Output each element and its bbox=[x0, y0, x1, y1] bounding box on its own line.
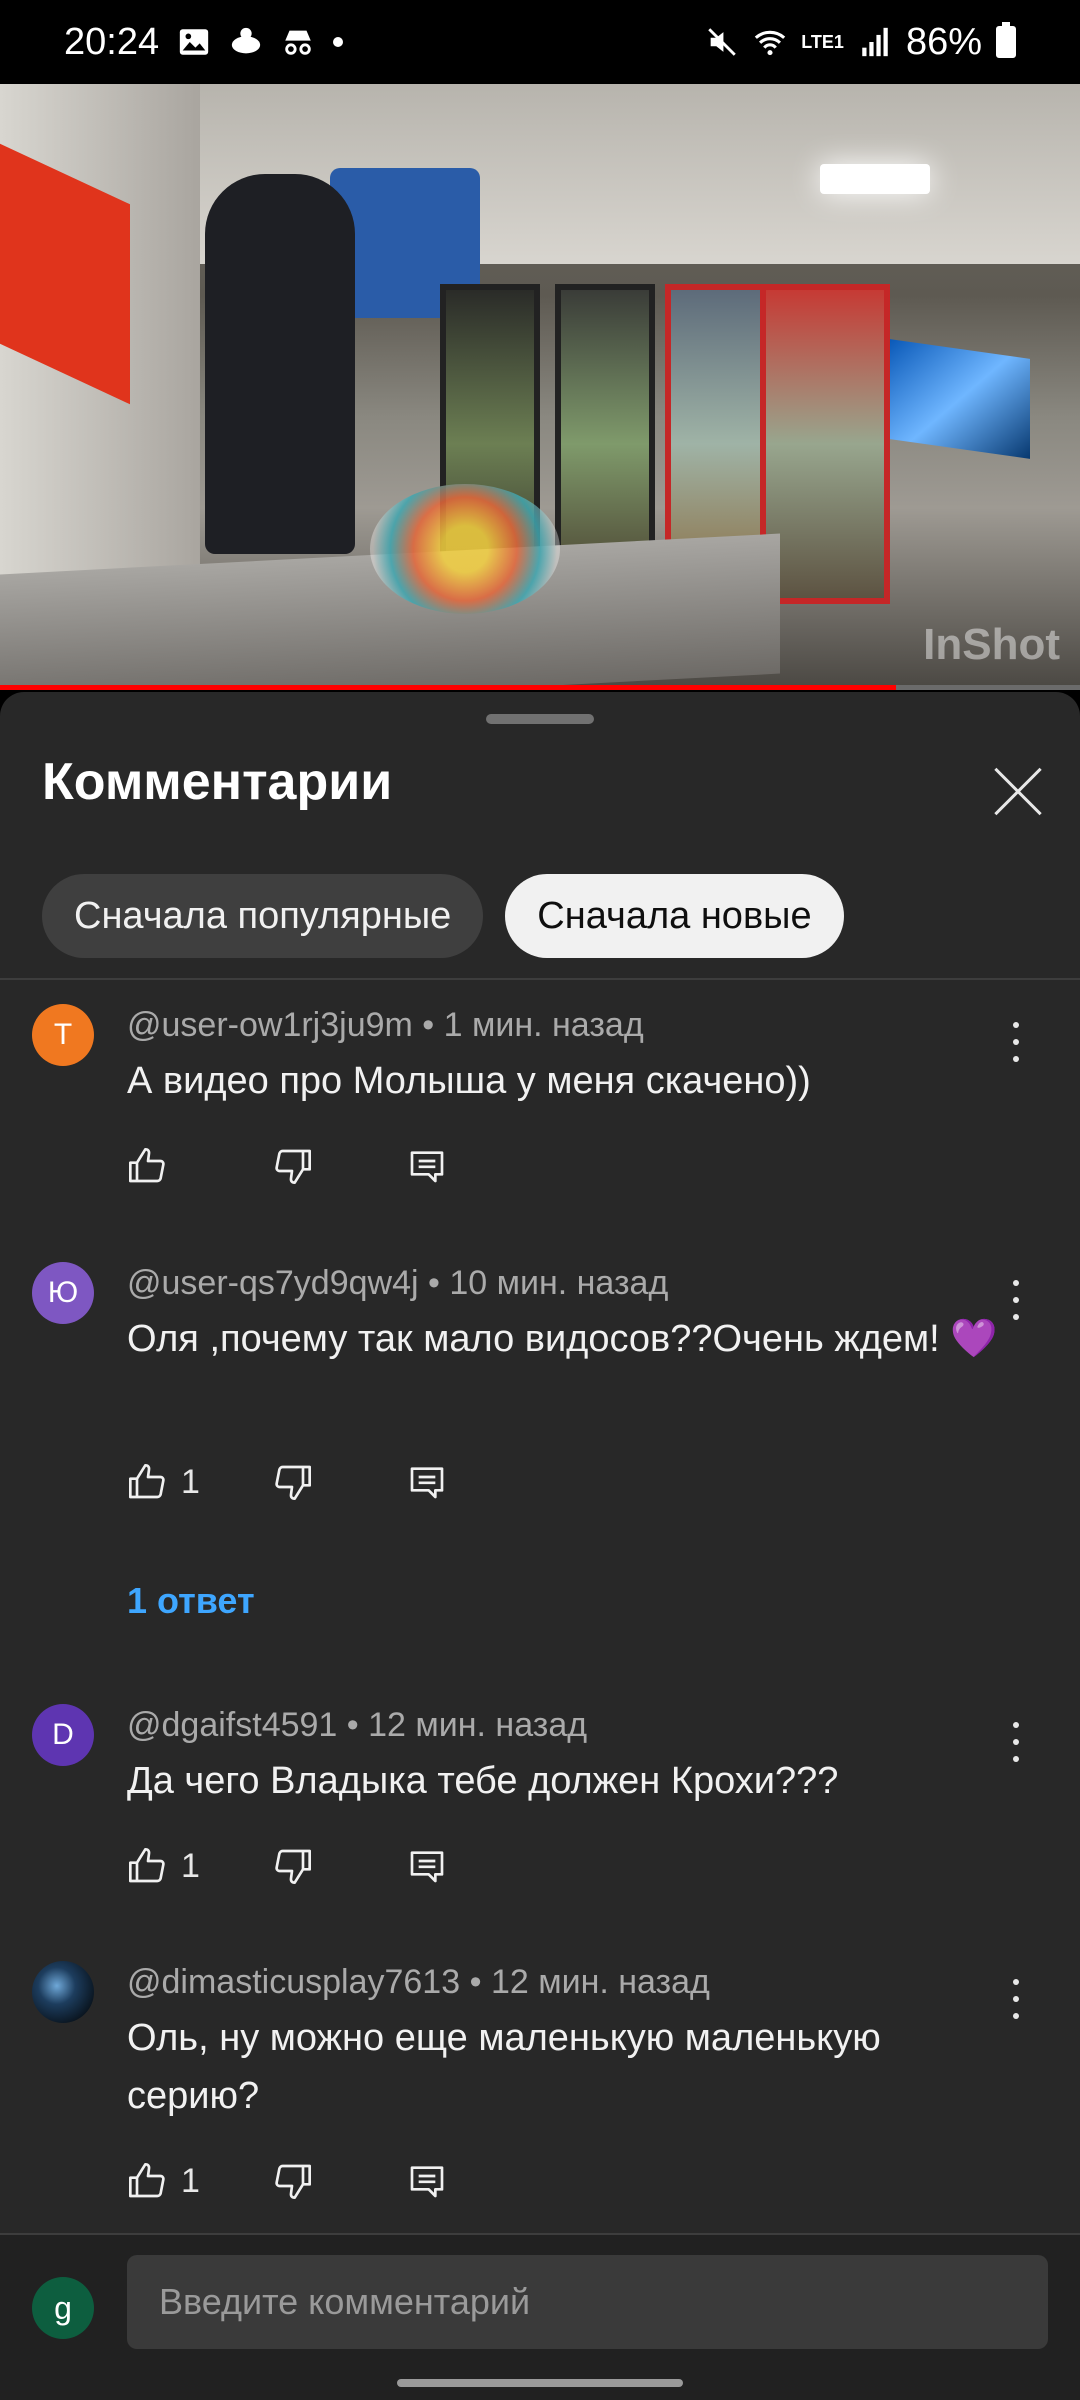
close-icon[interactable] bbox=[986, 762, 1046, 822]
divider bbox=[0, 978, 1080, 980]
reply-icon bbox=[410, 1851, 444, 1883]
thumbs-down-icon bbox=[275, 1849, 311, 1884]
reply-button[interactable] bbox=[407, 1142, 447, 1190]
video-progress-fill bbox=[0, 685, 897, 690]
comment-meta: @dgaifst4591 • 12 мин. назад bbox=[127, 1706, 588, 1744]
comment-meta: @user-ow1rj3ju9m • 1 мин. назад bbox=[127, 1006, 644, 1044]
video-player[interactable]: InShot bbox=[0, 84, 1080, 690]
thumbs-down-icon bbox=[275, 2164, 311, 2199]
comment-text: Да чего Владыка тебе должен Крохи??? bbox=[127, 1760, 839, 1802]
like-button[interactable]: 1 bbox=[127, 1458, 273, 1506]
lte-label: LTE1 bbox=[801, 31, 844, 52]
comment-author[interactable]: @user-qs7yd9qw4j bbox=[127, 1264, 419, 1302]
sort-newest-chip[interactable]: Сначала новые bbox=[505, 874, 844, 958]
like-button[interactable]: 1 bbox=[127, 1842, 273, 1890]
dislike-button[interactable] bbox=[273, 1842, 407, 1890]
comment-time: 12 мин. назад bbox=[490, 1963, 710, 2001]
battery-percent: 86% bbox=[905, 20, 982, 63]
comments-sheet: Комментарии Сначала популярные Сначала н… bbox=[0, 692, 1080, 2400]
comment-time: 1 мин. назад bbox=[443, 1006, 644, 1044]
video-watermark: InShot bbox=[923, 620, 1060, 669]
thumbs-up-icon bbox=[129, 2163, 165, 2198]
reply-button[interactable] bbox=[407, 1458, 447, 1506]
comment-text: А видео про Молыша у меня скачено)) bbox=[127, 1060, 811, 1102]
sort-popular-chip[interactable]: Сначала популярные bbox=[42, 874, 484, 958]
reply-icon bbox=[410, 1151, 444, 1183]
reply-icon bbox=[410, 1467, 444, 1499]
more-vert-icon[interactable] bbox=[1006, 1022, 1026, 1062]
avatar[interactable]: Ю bbox=[32, 1262, 94, 1324]
reply-button[interactable] bbox=[407, 2157, 447, 2205]
incognito-icon bbox=[285, 30, 311, 55]
like-button[interactable]: 1 bbox=[127, 2157, 273, 2205]
comment-time: 12 мин. назад bbox=[368, 1706, 588, 1744]
thumbs-down-icon bbox=[275, 1465, 311, 1500]
comment-author[interactable]: @dimasticusplay7613 bbox=[127, 1963, 460, 2001]
comment-author[interactable]: @dgaifst4591 bbox=[127, 1706, 337, 1744]
comment-meta: @dimasticusplay7613 • 12 мин. назад bbox=[127, 1963, 710, 2001]
reply-button[interactable] bbox=[407, 1842, 447, 1890]
thumbs-up-icon bbox=[129, 1464, 165, 1499]
thumbs-up-icon bbox=[129, 1148, 165, 1183]
dislike-button[interactable] bbox=[273, 1458, 407, 1506]
comment-meta: @user-qs7yd9qw4j • 10 мин. назад bbox=[127, 1264, 669, 1302]
like-count: 1 bbox=[181, 1846, 200, 1885]
video-frame-tv bbox=[890, 339, 1030, 459]
comment-actions: 1 bbox=[127, 2157, 447, 2205]
comment-actions: 1 bbox=[127, 1842, 447, 1890]
avatar[interactable]: D bbox=[32, 1704, 94, 1766]
status-time: 20:24 bbox=[64, 20, 160, 63]
mute-icon bbox=[708, 28, 737, 56]
thumbs-down-icon bbox=[275, 1149, 311, 1184]
more-vert-icon[interactable] bbox=[1006, 1280, 1026, 1320]
comment-author[interactable]: @user-ow1rj3ju9m bbox=[127, 1006, 413, 1044]
video-frame-light bbox=[820, 164, 930, 194]
reply-icon bbox=[410, 2166, 444, 2198]
notification-dot-icon bbox=[333, 37, 344, 47]
gallery-icon bbox=[179, 29, 209, 55]
signal-icon bbox=[862, 27, 888, 57]
dislike-button[interactable] bbox=[273, 1142, 407, 1190]
more-vert-icon[interactable] bbox=[1006, 1722, 1026, 1762]
dislike-button[interactable] bbox=[273, 2157, 407, 2205]
thumbs-up-icon bbox=[129, 1848, 165, 1883]
sort-chips: Сначала популярные Сначала новые bbox=[42, 874, 844, 958]
comment-actions bbox=[127, 1142, 447, 1190]
comment-text: Оля ,почему так мало видосов??Очень ждем… bbox=[127, 1318, 998, 1360]
comments-title: Комментарии bbox=[42, 753, 393, 811]
comment-text: Оль, ну можно еще маленькую маленькую се… bbox=[127, 2017, 881, 2117]
like-count: 1 bbox=[181, 1462, 200, 1501]
wifi-icon bbox=[755, 30, 786, 56]
video-frame-candy-jar bbox=[370, 484, 560, 614]
video-progress-bar[interactable] bbox=[0, 685, 1080, 690]
like-count: 1 bbox=[181, 2161, 200, 2200]
comment-composer: g bbox=[0, 2233, 1080, 2400]
like-button[interactable] bbox=[127, 1142, 273, 1190]
home-indicator[interactable] bbox=[397, 2379, 683, 2387]
comment-time: 10 мин. назад bbox=[449, 1264, 669, 1302]
avatar[interactable]: T bbox=[32, 1004, 94, 1066]
comment-actions: 1 bbox=[127, 1458, 447, 1506]
comment-input[interactable] bbox=[127, 2255, 1048, 2349]
chef-icon bbox=[231, 27, 261, 54]
status-bar: 20:24 LTE1 86% bbox=[0, 0, 1080, 84]
avatar[interactable] bbox=[32, 1961, 94, 2023]
video-frame-person bbox=[205, 174, 355, 554]
my-avatar[interactable]: g bbox=[32, 2277, 94, 2339]
more-vert-icon[interactable] bbox=[1006, 1979, 1026, 2019]
drag-handle[interactable] bbox=[486, 714, 594, 724]
battery-icon bbox=[996, 22, 1016, 58]
replies-link[interactable]: 1 ответ bbox=[127, 1580, 255, 1622]
